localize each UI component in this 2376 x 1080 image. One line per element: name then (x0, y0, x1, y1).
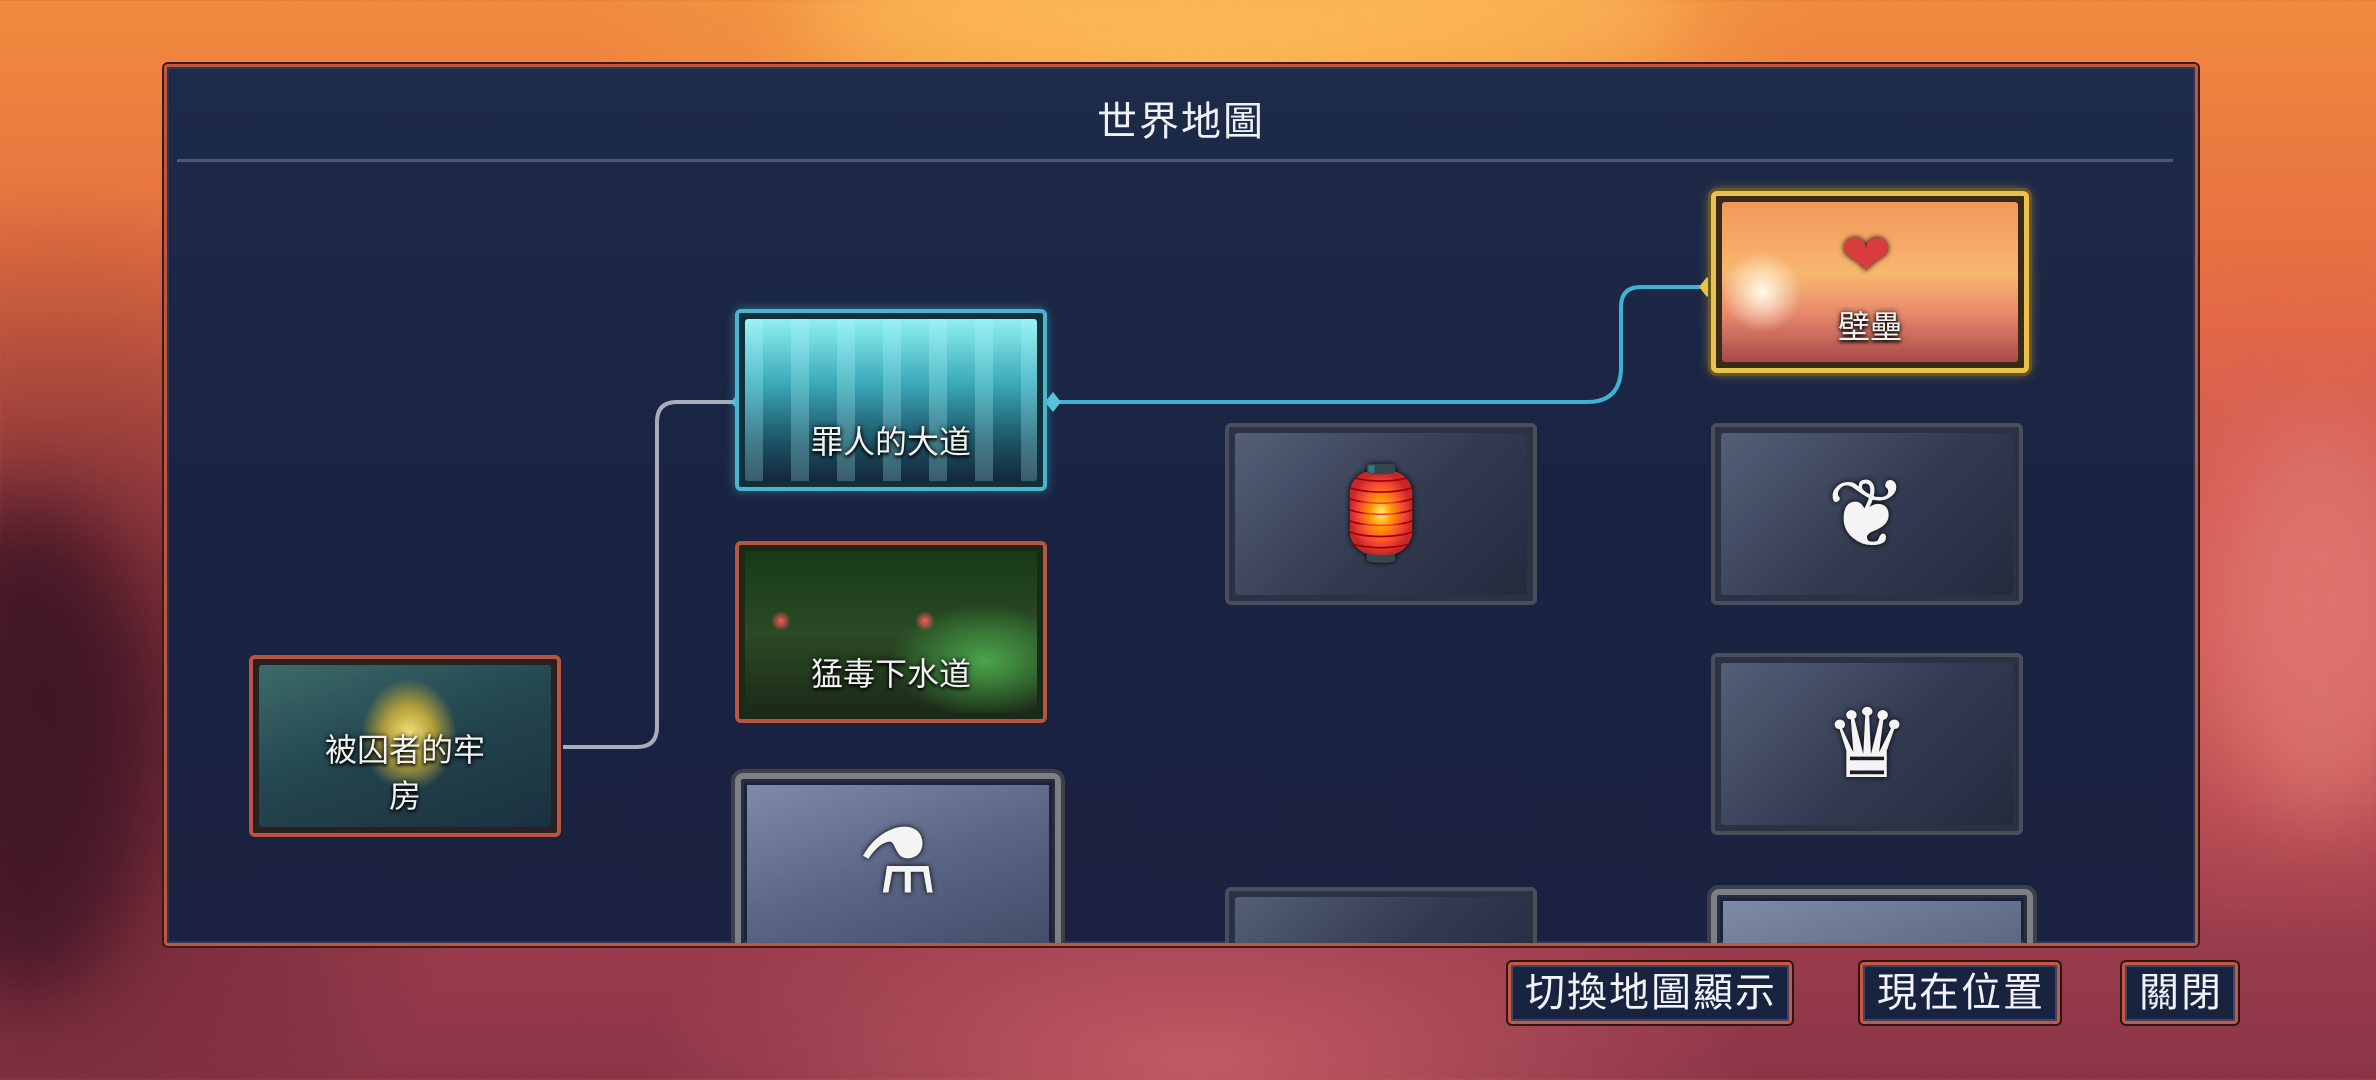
background-glow-right (2220, 420, 2376, 820)
node-label: 猛毒下水道 (810, 655, 971, 693)
close-button[interactable]: 關閉 (2122, 962, 2238, 1024)
path-joint-right (1045, 392, 1061, 412)
node-promenade[interactable]: 罪人的大道 (735, 309, 1047, 491)
node-locked-cage[interactable]: 🏮 (1225, 423, 1537, 605)
flask-icon: ⚗ (857, 809, 939, 915)
node-locked-flask[interactable]: ⚗ (735, 773, 1061, 943)
birdcage-icon: 🏮 (1324, 461, 1438, 566)
spike-rune-icon: ♛ (1823, 688, 1911, 800)
locked-art (1235, 897, 1527, 943)
node-prison-quarters[interactable]: 被囚者的牢 房 (249, 655, 561, 837)
node-ramparts[interactable]: ❤ 壁壘 (1711, 191, 2029, 373)
toggle-map-view-button[interactable]: 切換地圖顯示 (1508, 962, 1792, 1024)
locked-art (1723, 901, 2021, 943)
world-map-panel: 世界地圖 被囚者的牢 房 罪人的大道 猛毒下水道 ❤ 壁壘 🏮 ❦ ♛ ⚗ (164, 64, 2198, 946)
node-label: 罪人的大道 (810, 423, 971, 461)
path-prison-to-promenade (563, 400, 739, 749)
node-toxic-sewers[interactable]: 猛毒下水道 (735, 541, 1047, 723)
node-locked-spike[interactable]: ♛ (1711, 653, 2023, 835)
node-label: 壁壘 (1837, 308, 1902, 346)
node-locked-bottom-right[interactable] (1711, 889, 2033, 943)
node-locked-vine[interactable]: ❦ (1711, 423, 2023, 605)
flame-icon: ❤ (1840, 221, 1892, 291)
current-location-button[interactable]: 現在位置 (1860, 962, 2060, 1024)
vine-rune-icon: ❦ (1826, 458, 1908, 570)
node-label: 被囚者的牢 房 (324, 731, 485, 815)
node-locked-bottom[interactable] (1225, 887, 1537, 943)
path-promenade-to-ramparts (1047, 285, 1707, 404)
background-glow-left (0, 500, 150, 1000)
